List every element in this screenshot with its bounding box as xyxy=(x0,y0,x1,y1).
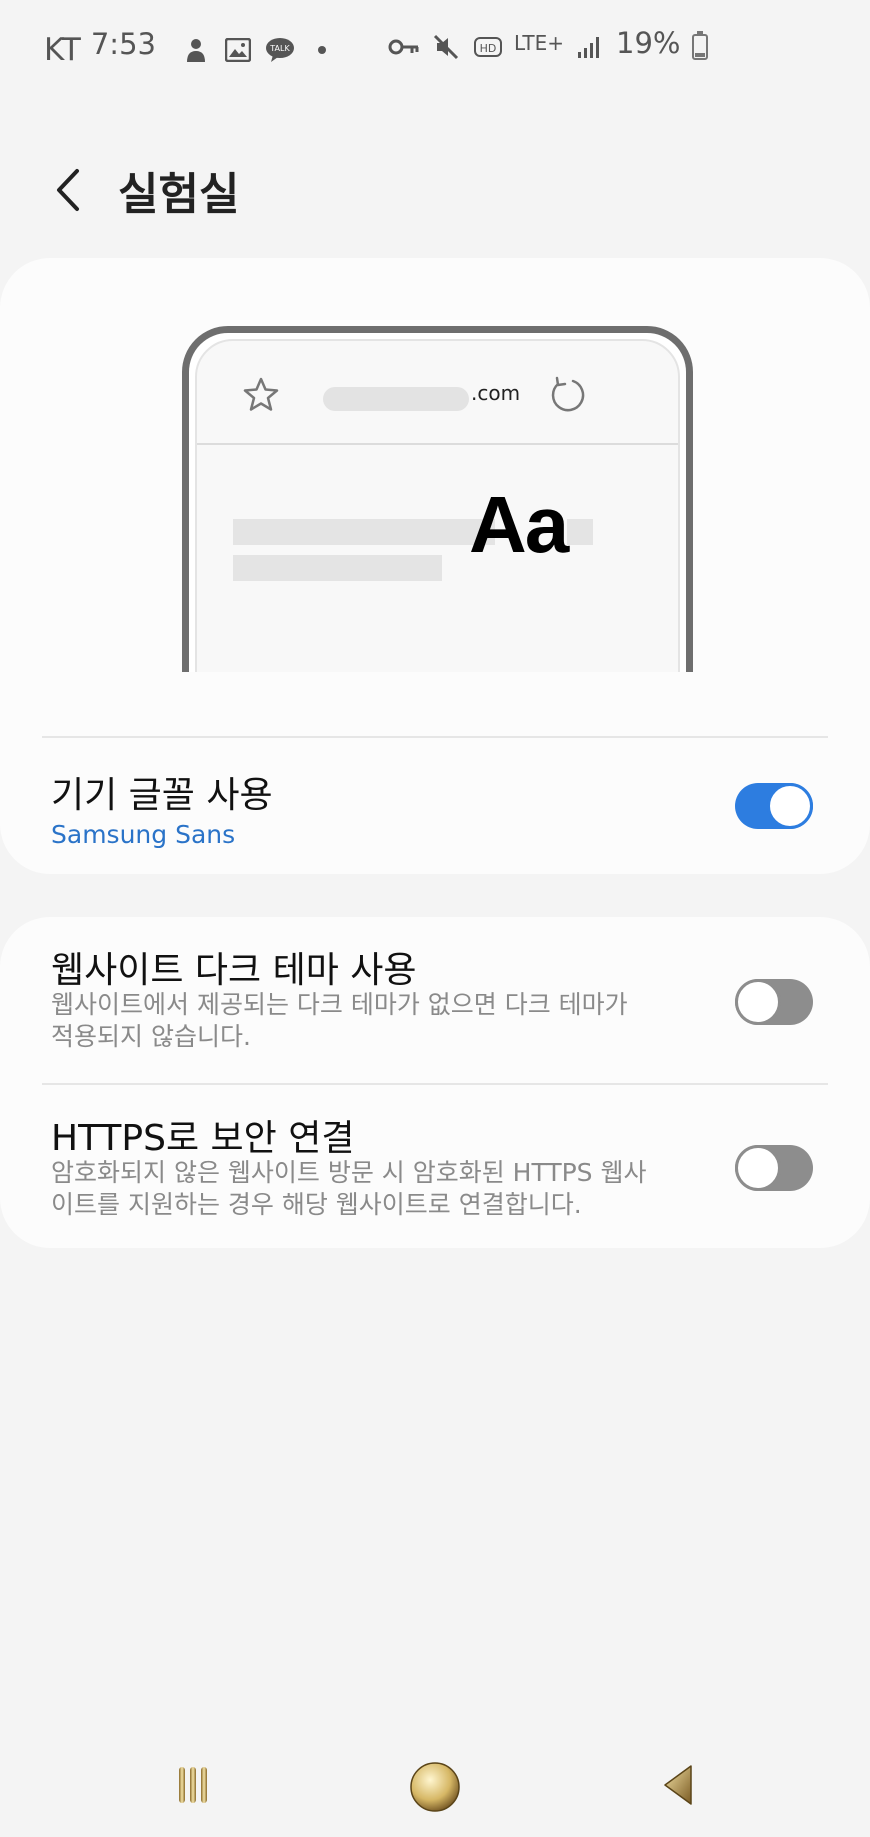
https-title: HTTPS로 보안 연결 xyxy=(51,1118,355,1159)
device-font-toggle[interactable] xyxy=(735,783,813,829)
toggle-knob xyxy=(735,979,781,1025)
dark-theme-description: 웹사이트에서 제공되는 다크 테마가 없으면 다크 테마가 적용되지 않습니다. xyxy=(51,990,628,1051)
carrier-label: KT xyxy=(44,32,81,68)
device-font-title: 기기 글꼴 사용 xyxy=(51,775,273,816)
browser-preview: .com Aa xyxy=(0,258,870,672)
navigation-bar xyxy=(0,1740,870,1837)
font-settings-card: .com Aa 기기 글꼴 사용 Samsung Sans xyxy=(0,258,870,874)
dark-theme-title: 웹사이트 다크 테마 사용 xyxy=(51,950,417,991)
hd-icon-label: HD xyxy=(480,42,497,55)
hd-icon: HD xyxy=(472,31,504,63)
url-domain-suffix: .com xyxy=(471,381,521,405)
device-font-row[interactable]: 기기 글꼴 사용 Samsung Sans xyxy=(0,738,870,874)
url-placeholder xyxy=(323,387,469,411)
key-icon xyxy=(388,31,420,63)
https-description: 암호화되지 않은 웹사이트 방문 시 암호화된 HTTPS 웹사이트를 지원하는… xyxy=(51,1158,647,1219)
https-row[interactable]: HTTPS로 보안 연결 암호화되지 않은 웹사이트 방문 시 암호화된 HTT… xyxy=(0,1085,870,1248)
text-placeholder-line xyxy=(567,519,593,545)
battery-icon xyxy=(692,31,709,60)
app-bar: 실험실 xyxy=(0,150,870,230)
text-placeholder-line xyxy=(233,555,442,581)
status-bar: KT 7:53 TALK HD LTE+ 19% xyxy=(0,0,870,100)
talk-icon: TALK xyxy=(264,34,296,66)
toggle-knob xyxy=(735,1145,781,1191)
https-toggle[interactable] xyxy=(735,1145,813,1191)
font-sample: Aa xyxy=(469,480,569,569)
phone-screen: .com Aa xyxy=(195,339,680,672)
status-left: KT 7:53 TALK xyxy=(44,27,338,68)
dark-theme-toggle[interactable] xyxy=(735,979,813,1025)
mute-icon xyxy=(430,31,462,63)
lte-icon: LTE+ xyxy=(514,31,564,55)
dark-theme-row[interactable]: 웹사이트 다크 테마 사용 웹사이트에서 제공되는 다크 테마가 없으면 다크 … xyxy=(0,917,870,1083)
battery-percent: 19% xyxy=(616,26,681,60)
gallery-icon xyxy=(222,34,254,66)
text-placeholder-line xyxy=(233,519,495,545)
browser-toolbar: .com xyxy=(197,341,678,445)
page-title: 실험실 xyxy=(118,169,240,220)
back-icon[interactable] xyxy=(656,1760,700,1810)
signal-icon xyxy=(574,31,606,63)
talk-icon-label: TALK xyxy=(269,44,290,53)
dot-icon xyxy=(306,34,338,66)
chevron-left-icon[interactable] xyxy=(42,160,92,220)
recent-apps-icon[interactable] xyxy=(168,1760,218,1810)
clock: 7:53 xyxy=(90,27,156,61)
home-icon[interactable] xyxy=(408,1760,462,1814)
device-font-subtitle: Samsung Sans xyxy=(51,820,236,849)
reload-icon xyxy=(551,376,585,412)
status-right: HD LTE+ 19% xyxy=(388,26,709,64)
browsing-settings-card: 웹사이트 다크 테마 사용 웹사이트에서 제공되는 다크 테마가 없으면 다크 … xyxy=(0,917,870,1248)
toggle-knob xyxy=(767,783,813,829)
person-icon xyxy=(180,34,212,66)
phone-frame: .com Aa xyxy=(182,326,693,672)
star-icon xyxy=(243,377,279,411)
